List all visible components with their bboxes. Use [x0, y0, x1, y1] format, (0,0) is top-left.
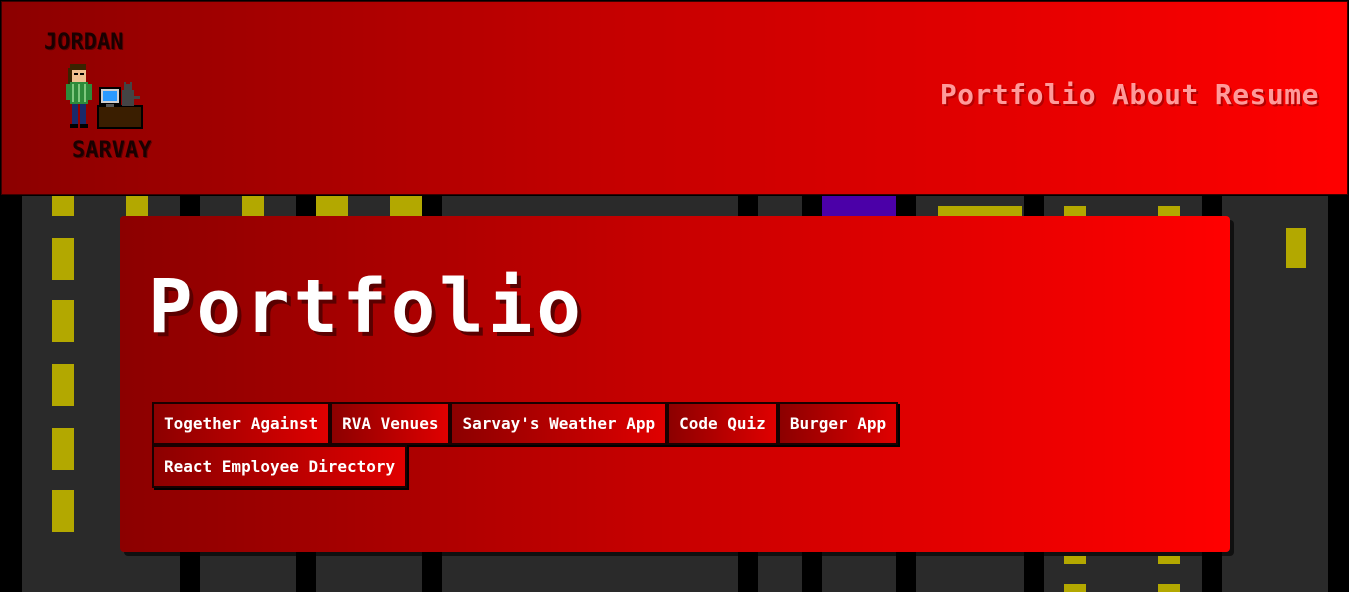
site-header: JORDAN SARVAY Portfolio About Resume — [1, 1, 1348, 195]
pixel-avatar-icon — [66, 64, 143, 129]
lane-marking — [126, 196, 148, 216]
lane-marking — [1158, 556, 1180, 564]
project-button-list: Together Against RVA Venues Sarvay's Wea… — [152, 402, 1132, 488]
lane-marking — [1064, 584, 1086, 592]
lane-marking — [938, 206, 1022, 216]
lane-marking — [52, 428, 74, 470]
lane-marking — [52, 490, 74, 532]
lane-marking — [52, 300, 74, 342]
logo[interactable]: JORDAN SARVAY — [42, 30, 172, 170]
lane-marking — [52, 196, 74, 216]
lane-marking — [242, 196, 264, 216]
lane-marking — [52, 238, 74, 280]
project-button-rva-venues[interactable]: RVA Venues — [330, 402, 451, 445]
project-button-employee-directory[interactable]: React Employee Directory — [152, 445, 408, 488]
portfolio-card: Portfolio Together Against RVA Venues Sa… — [120, 216, 1230, 552]
lane-marking — [1064, 206, 1086, 216]
lane-marking — [52, 364, 74, 406]
project-button-code-quiz[interactable]: Code Quiz — [667, 402, 778, 445]
purple-block — [822, 196, 896, 216]
logo-first-name: JORDAN — [44, 30, 124, 55]
lane-marking — [1064, 556, 1086, 564]
nav-link-about[interactable]: About — [1112, 78, 1199, 111]
nav-link-portfolio[interactable]: Portfolio — [940, 78, 1096, 111]
project-button-together-against[interactable]: Together Against — [152, 402, 331, 445]
lane-marking — [316, 196, 348, 216]
main-nav: Portfolio About Resume — [940, 78, 1319, 111]
project-button-weather-app[interactable]: Sarvay's Weather App — [450, 402, 668, 445]
page-title: Portfolio — [148, 264, 585, 350]
lane-marking — [1158, 206, 1180, 216]
project-button-burger-app[interactable]: Burger App — [777, 402, 899, 445]
lane-marking — [1158, 584, 1180, 592]
lane-marking — [1286, 228, 1306, 268]
lane-marking — [390, 196, 422, 216]
road-lane — [1222, 196, 1328, 592]
logo-last-name: SARVAY — [72, 138, 152, 163]
nav-link-resume[interactable]: Resume — [1215, 78, 1319, 111]
